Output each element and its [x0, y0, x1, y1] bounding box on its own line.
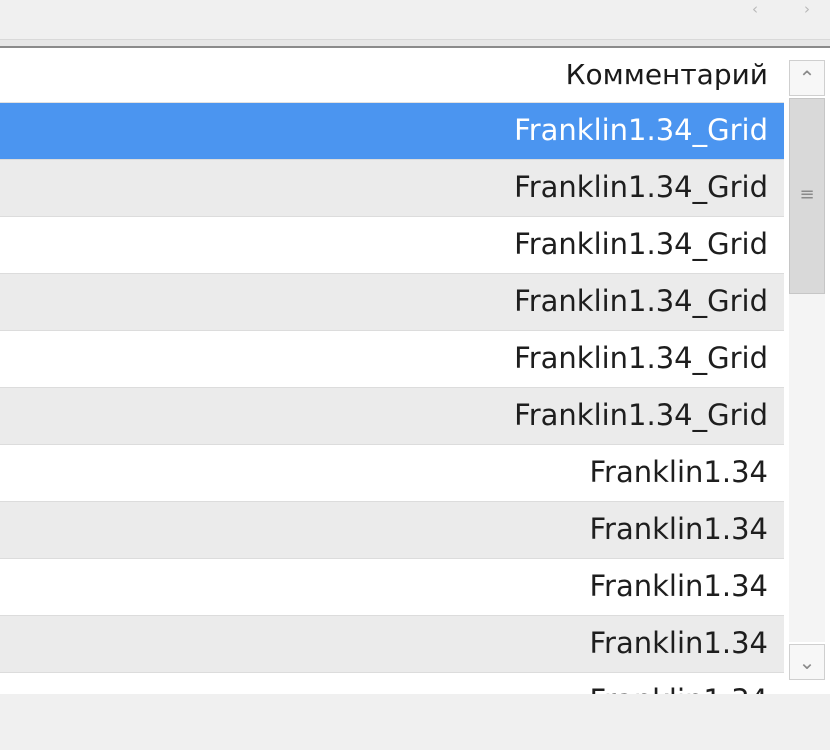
table-row[interactable]: Franklin1.34 [0, 616, 784, 673]
grip-lines-icon: ≡ [799, 184, 815, 205]
chevron-left-icon[interactable]: ‹ [743, 2, 767, 20]
comment-cell: Franklin1.34 [589, 455, 768, 489]
comment-cell: Franklin1.34_Grid [514, 341, 768, 375]
comment-cell: Franklin1.34_Grid [514, 170, 768, 204]
comment-cell: Franklin1.34 [589, 569, 768, 603]
table-row[interactable]: Franklin1.34_Grid [0, 274, 784, 331]
comment-cell: Franklin1.34_Grid [514, 284, 768, 318]
comment-cell: Franklin1.34_Grid [514, 227, 768, 261]
data-grid[interactable]: Комментарий Franklin1.34_Grid Franklin1.3… [0, 46, 830, 696]
table-row[interactable]: Franklin1.34_Grid [0, 103, 784, 160]
toolbar-divider [0, 39, 830, 46]
status-bar [0, 694, 830, 750]
table-row[interactable]: Franklin1.34 [0, 559, 784, 616]
table-row[interactable]: Franklin1.34_Grid [0, 217, 784, 274]
chevron-right-icon[interactable]: › [795, 2, 819, 20]
table-row[interactable]: Franklin1.34 [0, 673, 784, 694]
table-row[interactable]: Franklin1.34 [0, 445, 784, 502]
scroll-track[interactable]: ≡ [789, 98, 825, 642]
column-header-comment[interactable]: Комментарий [566, 58, 768, 91]
table-row[interactable]: Franklin1.34_Grid [0, 331, 784, 388]
chevron-down-icon[interactable]: ⌄ [789, 644, 825, 680]
vertical-scrollbar[interactable]: ⌃ ≡ ⌄ [784, 48, 830, 694]
grid-rows: Franklin1.34_Grid Franklin1.34_Grid Frankl… [0, 103, 784, 694]
comment-cell: Franklin1.34_Grid [514, 398, 768, 432]
comment-cell: Franklin1.34_Grid [514, 113, 768, 147]
comment-cell: Franklin1.34 [589, 626, 768, 660]
toolbar: ‹ › [0, 0, 830, 38]
app-window: ‹ › Комментарий Franklin1.34_Grid Frankli… [0, 0, 830, 750]
table-row[interactable]: Franklin1.34_Grid [0, 388, 784, 445]
comment-cell: Franklin1.34 [589, 512, 768, 546]
grid-header: Комментарий [0, 48, 784, 103]
table-row[interactable]: Franklin1.34 [0, 502, 784, 559]
chevron-up-icon[interactable]: ⌃ [789, 60, 825, 96]
table-row[interactable]: Franklin1.34_Grid [0, 160, 784, 217]
comment-cell: Franklin1.34 [589, 683, 768, 694]
scroll-thumb[interactable]: ≡ [789, 98, 825, 294]
